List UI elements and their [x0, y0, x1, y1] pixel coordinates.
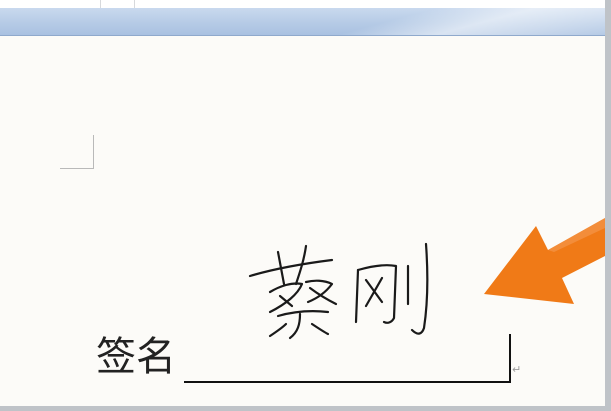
document-window: 签名 ↵ [0, 0, 611, 411]
ruler-tick [134, 0, 135, 8]
signature-label: 签名 [96, 334, 176, 380]
signature-underline [184, 381, 511, 383]
paragraph-mark-icon: ↵ [512, 363, 522, 376]
page-margin-marker [60, 135, 94, 169]
text-cursor [509, 334, 511, 383]
ribbon-toolbar [0, 8, 605, 36]
handwritten-signature [248, 242, 429, 340]
ruler-strip [0, 0, 605, 8]
arrow-pointer-icon [484, 218, 605, 304]
ruler-tick [100, 0, 101, 8]
